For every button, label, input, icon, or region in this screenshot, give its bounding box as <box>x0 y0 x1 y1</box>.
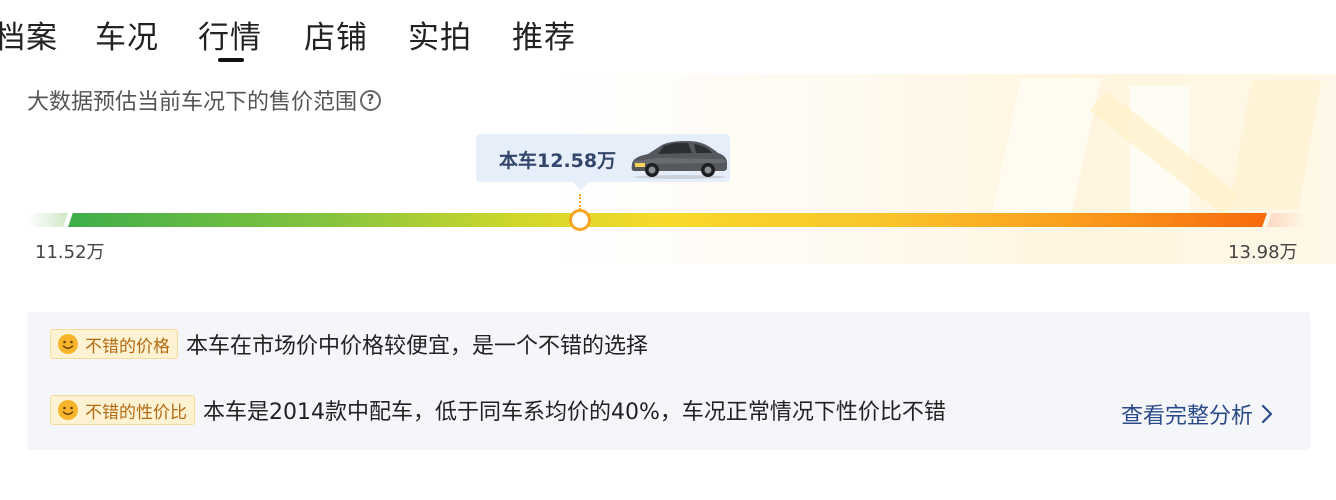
badge-label: 不错的价格 <box>85 336 170 357</box>
smile-icon <box>58 334 78 354</box>
current-price-label: 本车12.58万 <box>499 150 617 172</box>
tab-store[interactable]: 店铺 <box>304 12 368 57</box>
current-price-marker <box>569 209 591 231</box>
good-price-badge: 不错的价格 <box>50 329 178 359</box>
tab-archive[interactable]: 档案 <box>0 12 58 57</box>
chevron-right-icon <box>1261 404 1273 424</box>
link-label: 查看完整分析 <box>1121 404 1254 429</box>
smile-icon <box>58 400 78 420</box>
tab-bar: 档案 车况 行情 店铺 实拍 推荐 <box>0 0 700 70</box>
question-icon[interactable]: ? <box>360 89 382 111</box>
marker-connector <box>579 194 581 210</box>
subtitle-text: 大数据预估当前车况下的售价范围 <box>27 90 358 115</box>
analysis-row-price: 不错的价格 本车在市场价中价格较便宜，是一个不错的选择 <box>50 328 648 360</box>
car-icon <box>631 141 727 179</box>
active-tab-indicator <box>218 58 244 62</box>
max-price-label: 13.98万 <box>1228 242 1298 263</box>
bar-right-fade <box>1267 213 1307 227</box>
price-range-bar <box>68 213 1267 227</box>
tab-condition[interactable]: 车况 <box>95 12 159 57</box>
analysis-text: 本车在市场价中价格较便宜，是一个不错的选择 <box>186 334 649 359</box>
analysis-row-value: 不错的性价比 本车是2014款中配车，低于同车系均价的40%，车况正常情况下性价… <box>50 394 946 426</box>
tab-recommend[interactable]: 推荐 <box>512 12 576 57</box>
tab-market[interactable]: 行情 <box>198 12 262 57</box>
bar-left-fade <box>28 213 68 227</box>
analysis-text: 本车是2014款中配车，低于同车系均价的40%，车况正常情况下性价比不错 <box>203 400 946 425</box>
good-value-badge: 不错的性价比 <box>50 395 195 425</box>
price-range-subtitle: 大数据预估当前车况下的售价范围 ? <box>27 84 382 116</box>
view-full-analysis-link[interactable]: 查看完整分析 <box>1121 398 1273 430</box>
min-price-label: 11.52万 <box>35 242 105 263</box>
badge-label: 不错的性价比 <box>85 402 187 423</box>
bubble-pointer <box>572 181 590 190</box>
tab-photos[interactable]: 实拍 <box>408 12 472 57</box>
